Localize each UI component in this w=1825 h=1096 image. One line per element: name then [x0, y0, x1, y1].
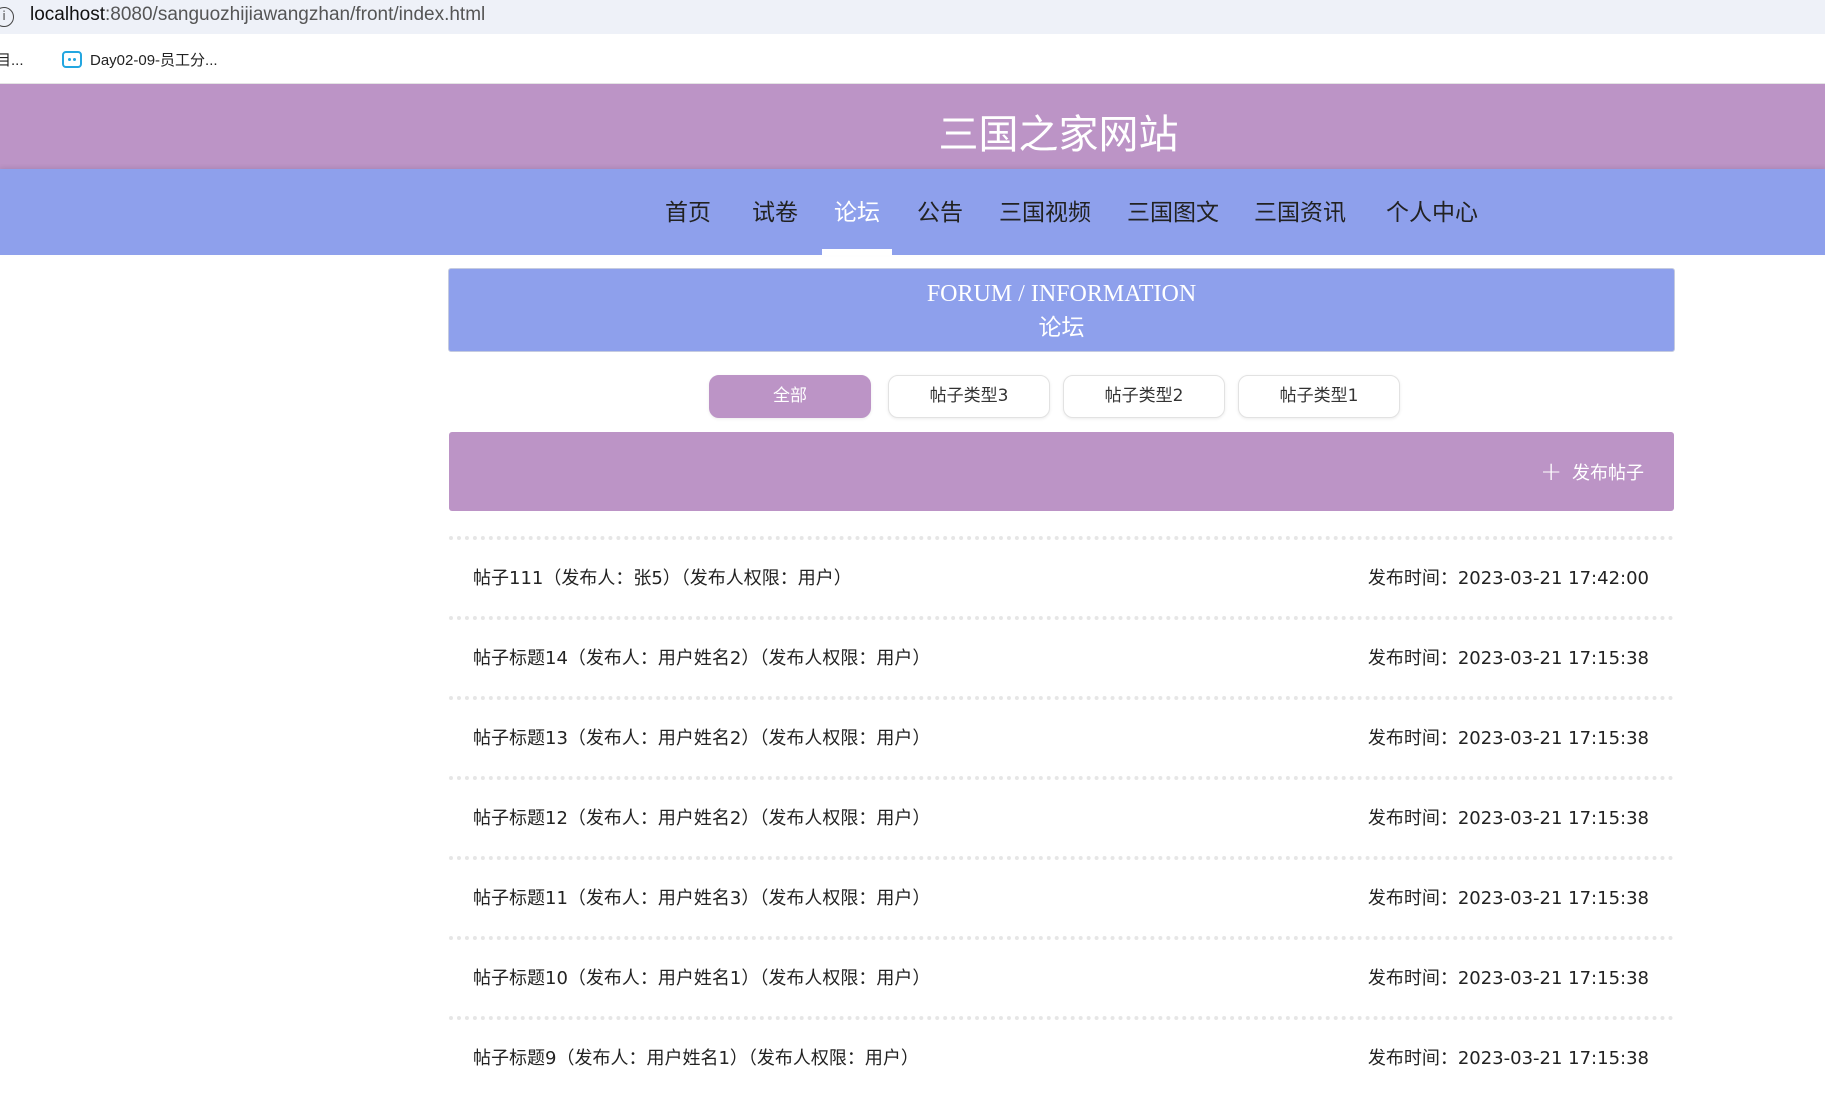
filter-tab-type2[interactable]: 帖子类型2 [1063, 375, 1225, 418]
post-row[interactable]: 帖子标题9（发布人：用户姓名1）（发布人权限：用户） 发布时间：2023-03-… [449, 1016, 1674, 1096]
bookmark-label: 目... [0, 52, 24, 69]
post-time: 发布时间：2023-03-21 17:15:38 [1367, 728, 1649, 749]
filter-tab-type1[interactable]: 帖子类型1 [1238, 375, 1400, 418]
filter-tab-type3[interactable]: 帖子类型3 [888, 375, 1050, 418]
publish-post-button[interactable]: + 发布帖子 [1540, 459, 1644, 485]
main-nav: 首页 试卷 论坛 公告 三国视频 三国图文 三国资讯 个人中心 [0, 169, 1825, 255]
post-list: 帖子111（发布人：张5）（发布人权限：用户） 发布时间：2023-03-21 … [449, 536, 1674, 1096]
bookmark-item[interactable]: 目... [0, 49, 24, 70]
post-time: 发布时间：2023-03-21 17:15:38 [1367, 808, 1649, 829]
bookmark-label: Day02-09-员工分... [90, 52, 218, 69]
active-nav-indicator [822, 249, 892, 255]
url-path: :8080/sanguozhijiawangzhan/front/index.h… [105, 4, 486, 25]
post-row[interactable]: 帖子111（发布人：张5）（发布人权限：用户） 发布时间：2023-03-21 … [449, 536, 1674, 616]
post-time: 发布时间：2023-03-21 17:15:38 [1367, 1048, 1649, 1069]
banner-chinese-title: 论坛 [1038, 315, 1085, 341]
post-title[interactable]: 帖子标题13（发布人：用户姓名2）（发布人权限：用户） [473, 724, 930, 750]
post-title[interactable]: 帖子111（发布人：张5）（发布人权限：用户） [473, 564, 852, 590]
post-row[interactable]: 帖子标题10（发布人：用户姓名1）（发布人权限：用户） 发布时间：2023-03… [449, 936, 1674, 1016]
filter-tab-all[interactable]: 全部 [709, 375, 871, 418]
address-bar[interactable]: i localhost:8080/sanguozhijiawangzhan/fr… [0, 0, 1825, 34]
forum-banner: FORUM / INFORMATION 论坛 [448, 268, 1675, 352]
nav-item-exam[interactable]: 试卷 [752, 193, 798, 227]
url-text[interactable]: localhost:8080/sanguozhijiawangzhan/fron… [30, 4, 485, 26]
publish-post-label: 发布帖子 [1572, 463, 1644, 484]
bilibili-icon [62, 51, 82, 68]
post-time: 发布时间：2023-03-21 17:15:38 [1367, 648, 1649, 669]
post-time: 发布时间：2023-03-21 17:15:38 [1367, 968, 1649, 989]
post-title[interactable]: 帖子标题11（发布人：用户姓名3）（发布人权限：用户） [473, 884, 930, 910]
post-row[interactable]: 帖子标题14（发布人：用户姓名2）（发布人权限：用户） 发布时间：2023-03… [449, 616, 1674, 696]
post-row[interactable]: 帖子标题12（发布人：用户姓名2）（发布人权限：用户） 发布时间：2023-03… [449, 776, 1674, 856]
nav-item-profile[interactable]: 个人中心 [1386, 193, 1478, 227]
nav-item-home[interactable]: 首页 [665, 193, 711, 227]
url-host: localhost [30, 4, 105, 25]
post-time: 发布时间：2023-03-21 17:15:38 [1367, 888, 1649, 909]
post-title[interactable]: 帖子标题10（发布人：用户姓名1）（发布人权限：用户） [473, 964, 930, 990]
bookmark-item[interactable]: Day02-09-员工分... [62, 49, 218, 70]
site-title: 三国之家网站 [938, 112, 1179, 158]
post-title[interactable]: 帖子标题9（发布人：用户姓名1）（发布人权限：用户） [473, 1044, 919, 1070]
site-header: 三国之家网站 [0, 84, 1825, 169]
nav-item-news[interactable]: 三国资讯 [1254, 193, 1346, 227]
post-time: 发布时间：2023-03-21 17:42:00 [1367, 568, 1649, 589]
post-row[interactable]: 帖子标题13（发布人：用户姓名2）（发布人权限：用户） 发布时间：2023-03… [449, 696, 1674, 776]
nav-item-notice[interactable]: 公告 [917, 193, 963, 227]
post-title[interactable]: 帖子标题12（发布人：用户姓名2）（发布人权限：用户） [473, 804, 930, 830]
bookmarks-bar: 目... Day02-09-员工分... [0, 34, 1825, 84]
banner-english-title: FORUM / INFORMATION [926, 281, 1197, 307]
post-title[interactable]: 帖子标题14（发布人：用户姓名2）（发布人权限：用户） [473, 644, 930, 670]
post-action-bar: + 发布帖子 [449, 432, 1674, 511]
nav-item-video[interactable]: 三国视频 [999, 193, 1091, 227]
nav-item-gallery[interactable]: 三国图文 [1127, 193, 1219, 227]
plus-icon: + [1540, 457, 1562, 487]
nav-item-forum[interactable]: 论坛 [834, 193, 880, 227]
site-info-icon[interactable]: i [0, 7, 14, 27]
post-row[interactable]: 帖子标题11（发布人：用户姓名3）（发布人权限：用户） 发布时间：2023-03… [449, 856, 1674, 936]
